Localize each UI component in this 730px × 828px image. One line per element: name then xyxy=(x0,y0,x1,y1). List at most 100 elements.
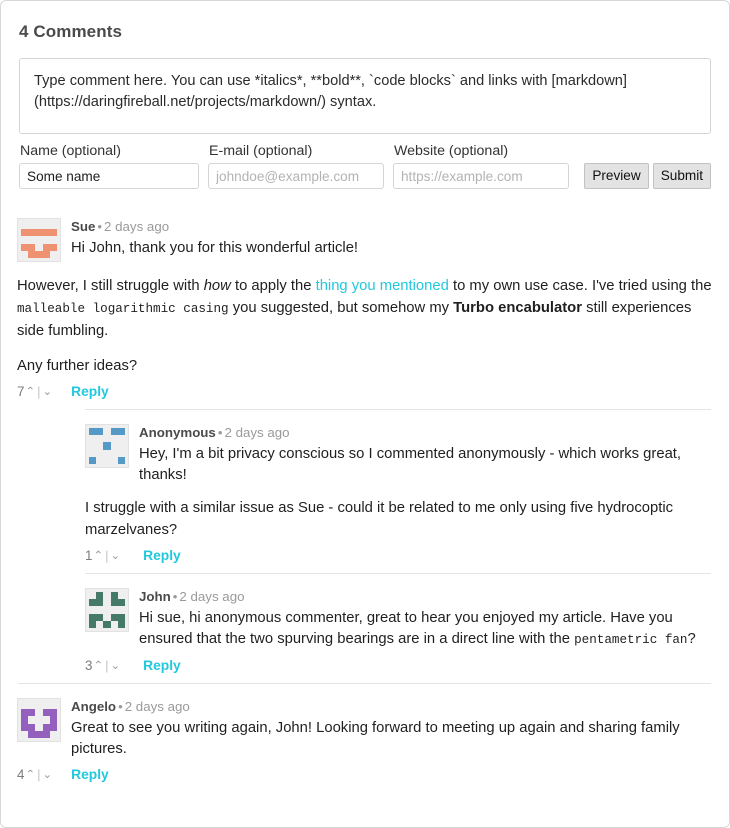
comment-anonymous: Anonymous•2 days agoHey, I'm a bit priva… xyxy=(85,410,713,573)
website-input[interactable] xyxy=(393,163,569,189)
name-input[interactable] xyxy=(19,163,199,189)
comment-timestamp: 2 days ago xyxy=(125,699,190,714)
identicon-cell xyxy=(43,229,50,236)
identicon-cell xyxy=(28,251,35,258)
identicon-cell xyxy=(111,435,118,442)
identicon-anonymous-icon xyxy=(85,424,129,468)
chevron-up-icon[interactable]: ⌃ xyxy=(24,769,36,781)
identicon-cell xyxy=(28,709,35,716)
identicon-cell xyxy=(50,236,57,243)
comment-paragraph: Hey, I'm a bit privacy conscious so I co… xyxy=(139,444,713,486)
identicon-cell xyxy=(89,614,96,621)
identicon-cell xyxy=(43,244,50,251)
website-label: Website (optional) xyxy=(393,143,569,159)
identicon-cell xyxy=(89,592,96,599)
reply-link[interactable]: Reply xyxy=(71,384,109,399)
identicon-cell xyxy=(118,457,125,464)
chevron-up-icon[interactable]: ⌃ xyxy=(24,386,36,398)
identicon-cell xyxy=(89,606,96,613)
identicon-angelo-icon xyxy=(17,698,61,742)
comment-paragraph: Hi John, thank you for this wonderful ar… xyxy=(71,238,713,259)
inline-link[interactable]: thing you mentioned xyxy=(316,278,449,294)
identicon-cell xyxy=(103,606,110,613)
chevron-down-icon[interactable]: ⌄ xyxy=(41,769,53,781)
comment-actions: 4⌃|⌄Reply xyxy=(17,767,713,792)
comment-timestamp: 2 days ago xyxy=(179,589,244,604)
identicon-cell xyxy=(35,229,42,236)
identicon-cell xyxy=(89,599,96,606)
reply-link[interactable]: Reply xyxy=(143,658,181,673)
identicon-cell xyxy=(96,599,103,606)
identicon-cell xyxy=(43,222,50,229)
form-actions: Preview Submit xyxy=(584,163,711,189)
comment-sue: Sue•2 days ago Hi John, thank you for thi… xyxy=(17,204,713,409)
identicon-cell xyxy=(111,599,118,606)
vote-count: 4 xyxy=(17,767,24,782)
identicon-cell xyxy=(103,599,110,606)
identicon-cell xyxy=(118,606,125,613)
identicon-cell xyxy=(118,450,125,457)
comment-meta: John•2 days ago xyxy=(139,589,713,605)
comment-compose-box[interactable]: Type comment here. You can use *italics*… xyxy=(19,58,711,134)
chevron-down-icon[interactable]: ⌄ xyxy=(41,386,53,398)
comment-actions: 3⌃|⌄Reply xyxy=(85,658,713,683)
vote-controls: 7⌃|⌄ xyxy=(17,384,53,399)
chevron-down-icon[interactable]: ⌄ xyxy=(109,660,121,672)
inline-code: pentametric fan xyxy=(574,633,687,647)
comment-timestamp: 2 days ago xyxy=(224,425,289,440)
identicon-cell xyxy=(35,731,42,738)
comment-timestamp: 2 days ago xyxy=(104,219,169,234)
chevron-down-icon[interactable]: ⌄ xyxy=(109,550,121,562)
comment-textarea-placeholder[interactable]: Type comment here. You can use *italics*… xyxy=(34,71,696,113)
identicon-cell xyxy=(111,442,118,449)
identicon-sue-icon xyxy=(17,218,61,262)
comment-paragraph: However, I still struggle with how to ap… xyxy=(17,275,713,342)
email-input[interactable] xyxy=(208,163,384,189)
comment-meta: Sue•2 days ago xyxy=(71,219,713,235)
name-field-group: Name (optional) xyxy=(19,143,199,189)
comment-angelo: Angelo•2 days agoGreat to see you writin… xyxy=(17,684,713,792)
website-field-group: Website (optional) xyxy=(393,143,569,189)
identicon-cell xyxy=(28,222,35,229)
identicon-cell xyxy=(118,621,125,628)
vote-count: 1 xyxy=(85,548,92,563)
identicon-cell xyxy=(43,731,50,738)
identicon-cell xyxy=(28,236,35,243)
identicon-cell xyxy=(28,229,35,236)
strong-text: Turbo encabulator xyxy=(453,300,582,316)
identicon-cell xyxy=(96,435,103,442)
identicon-cell xyxy=(89,450,96,457)
identicon-cell xyxy=(28,731,35,738)
identicon-cell xyxy=(111,450,118,457)
identicon-cell xyxy=(89,435,96,442)
identicon-cell xyxy=(50,222,57,229)
reply-link[interactable]: Reply xyxy=(143,548,181,563)
identicon-cell xyxy=(35,702,42,709)
chevron-up-icon[interactable]: ⌃ xyxy=(92,660,104,672)
identicon-cell xyxy=(118,599,125,606)
identicon-cell xyxy=(111,457,118,464)
form-fields-row: Name (optional) E-mail (optional) Websit… xyxy=(17,143,713,189)
comment-header: Anonymous•2 days agoHey, I'm a bit priva… xyxy=(85,424,713,486)
submit-button[interactable]: Submit xyxy=(653,163,711,189)
preview-button[interactable]: Preview xyxy=(584,163,648,189)
meta-separator: • xyxy=(116,699,125,714)
identicon-cell xyxy=(96,592,103,599)
comment-author: John xyxy=(139,589,171,604)
name-label: Name (optional) xyxy=(19,143,199,159)
identicon-cell xyxy=(111,428,118,435)
identicon-cell xyxy=(89,442,96,449)
vote-controls: 1⌃|⌄ xyxy=(85,548,121,563)
emphasis-text: how xyxy=(204,278,231,294)
identicon-cell xyxy=(103,457,110,464)
comment-header: Sue•2 days ago Hi John, thank you for thi… xyxy=(17,218,713,262)
identicon-cell xyxy=(28,244,35,251)
comment-header-text: Sue•2 days ago Hi John, thank you for thi… xyxy=(71,218,713,259)
identicon-cell xyxy=(111,614,118,621)
reply-link[interactable]: Reply xyxy=(71,767,109,782)
chevron-up-icon[interactable]: ⌃ xyxy=(92,550,104,562)
comment-actions: 7⌃|⌄ Reply xyxy=(17,384,713,409)
identicon-cell xyxy=(28,716,35,723)
identicon-cell xyxy=(43,702,50,709)
identicon-cell xyxy=(96,442,103,449)
